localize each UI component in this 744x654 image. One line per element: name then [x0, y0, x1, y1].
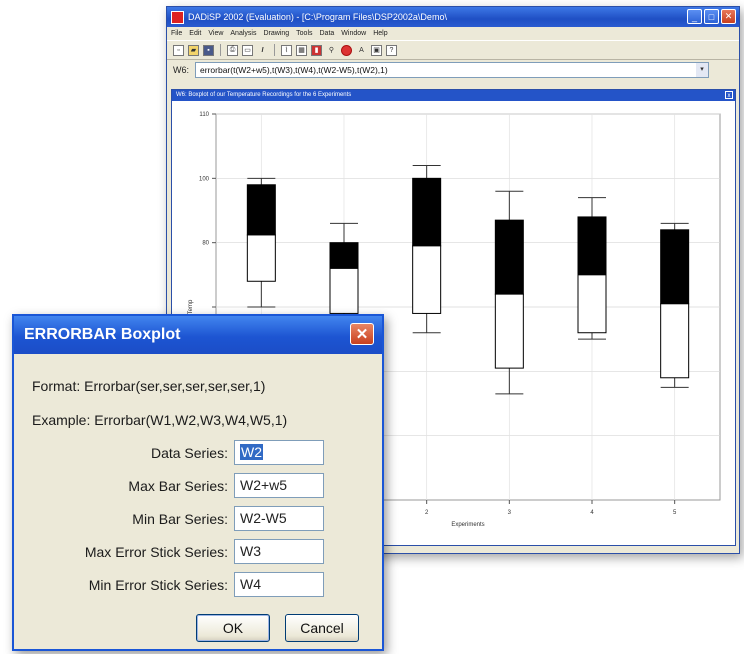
box-upper	[494, 219, 524, 295]
format-text: Format: Errorbar(ser,ser,ser,ser,ser,1)	[32, 378, 266, 394]
box-lower	[660, 303, 690, 379]
data-series-input[interactable]: W2	[234, 440, 324, 465]
errorbar-dialog: ERRORBAR Boxplot ✕ Format: Errorbar(ser,…	[12, 314, 384, 651]
y-tick-label: 110	[199, 112, 209, 118]
y-tick-label: 100	[199, 176, 210, 182]
formula-input[interactable]: errorbar(t(W2+w5),t(W3),t(W4),t(W2-W5),t…	[195, 62, 710, 78]
menu-data[interactable]: Data	[320, 30, 335, 37]
preview-icon[interactable]: ▭	[242, 44, 253, 56]
bar-icon[interactable]: ▮	[311, 44, 322, 56]
ok-button[interactable]: OK	[196, 614, 270, 642]
max-bar-series-input[interactable]: W2+w5	[234, 473, 324, 498]
open-icon[interactable]: ▰	[188, 44, 199, 56]
plot-window-title: W6: Boxplot of our Temperature Recording…	[176, 92, 352, 98]
maximize-button[interactable]: □	[704, 9, 719, 24]
data-series-row: Data Series: W2	[151, 440, 324, 465]
text-icon[interactable]: A	[356, 45, 367, 56]
x-axis-label: Experiments	[451, 522, 484, 528]
toolbar: ▫ ▰ ▪ ⎙ ▭ I ⌇ ▦ ▮ ⚲ A ▣ ?	[167, 40, 739, 60]
dadisp-app-icon	[171, 10, 184, 24]
data-series-label: Data Series:	[150, 444, 228, 461]
plot-close-icon[interactable]: x	[725, 91, 733, 99]
print-icon[interactable]: ⎙	[227, 44, 238, 56]
zoom-icon[interactable]: ⚲	[326, 45, 337, 56]
close-button[interactable]: ✕	[721, 9, 736, 24]
chart-icon[interactable]: ⌇	[281, 44, 292, 56]
menu-view[interactable]: View	[208, 30, 223, 37]
x-tick-label: 3	[508, 510, 512, 516]
max-error-stick-input[interactable]: W3	[234, 539, 324, 564]
max-error-stick-label: Max Error Stick Series:	[84, 543, 228, 560]
italic-icon[interactable]: I	[257, 45, 268, 56]
min-bar-series-row: Min Bar Series: W2-W5	[132, 506, 324, 531]
max-bar-series-row: Max Bar Series: W2+w5	[128, 473, 324, 498]
min-error-stick-row: Min Error Stick Series: W4	[89, 572, 324, 597]
chevron-down-icon[interactable]: ▾	[696, 63, 709, 77]
example-text: Example: Errorbar(W1,W2,W3,W4,W5,1)	[32, 412, 288, 428]
formula-text: errorbar(t(W2+w5),t(W3),t(W4),t(W2-W5),t…	[200, 65, 388, 75]
stop-icon[interactable]	[341, 44, 352, 56]
main-title-bar[interactable]: DADiSP 2002 (Evaluation) - [C:\Program F…	[167, 7, 739, 27]
max-error-stick-row: Max Error Stick Series: W3	[85, 539, 324, 564]
box-lower	[494, 293, 524, 369]
box-upper	[660, 229, 690, 305]
min-error-stick-label: Min Error Stick Series:	[88, 576, 228, 593]
minimize-button[interactable]: _	[687, 9, 702, 24]
plot-window-title-bar: W6: Boxplot of our Temperature Recording…	[172, 90, 735, 101]
y-tick-label: 80	[202, 241, 209, 247]
dialog-title: ERRORBAR Boxplot	[24, 326, 181, 343]
box-upper	[246, 184, 276, 236]
window-icon[interactable]: ▣	[371, 44, 382, 56]
y-axis-label: Temp	[188, 299, 194, 314]
x-tick-label: 4	[590, 510, 594, 516]
data-series-value: W2	[240, 444, 263, 460]
min-error-stick-input[interactable]: W4	[234, 572, 324, 597]
box-lower	[412, 245, 442, 314]
x-tick-label: 2	[425, 510, 429, 516]
window-controls: _ □ ✕	[687, 9, 736, 24]
formula-window-label: W6:	[173, 65, 190, 75]
toolbar-separator	[274, 44, 275, 56]
formula-row: W6: errorbar(t(W2+w5),t(W3),t(W4),t(W2-W…	[167, 60, 739, 80]
menu-analysis[interactable]: Analysis	[230, 30, 256, 37]
box-lower	[577, 274, 607, 334]
menu-file[interactable]: File	[171, 30, 182, 37]
max-bar-series-label: Max Bar Series:	[128, 477, 228, 494]
box-upper	[577, 216, 607, 276]
toolbar-separator	[220, 44, 221, 56]
menu-drawing[interactable]: Drawing	[263, 30, 289, 37]
menu-bar: File Edit View Analysis Drawing Tools Da…	[167, 27, 739, 40]
box-upper	[412, 177, 442, 247]
main-window-title: DADiSP 2002 (Evaluation) - [C:\Program F…	[188, 12, 447, 22]
menu-tools[interactable]: Tools	[296, 30, 312, 37]
menu-window[interactable]: Window	[341, 30, 366, 37]
box-lower	[329, 267, 359, 314]
box-upper	[329, 242, 359, 269]
menu-edit[interactable]: Edit	[189, 30, 201, 37]
save-icon[interactable]: ▪	[203, 44, 214, 56]
dialog-close-button[interactable]: ✕	[350, 323, 374, 345]
help-icon[interactable]: ?	[386, 44, 397, 56]
min-bar-series-input[interactable]: W2-W5	[234, 506, 324, 531]
cancel-button[interactable]: Cancel	[285, 614, 359, 642]
menu-help[interactable]: Help	[373, 30, 387, 37]
new-icon[interactable]: ▫	[173, 44, 184, 56]
min-bar-series-label: Min Bar Series:	[132, 510, 228, 527]
x-tick-label: 5	[673, 510, 677, 516]
table-icon[interactable]: ▦	[296, 44, 307, 56]
box-lower	[246, 234, 276, 282]
dialog-title-bar[interactable]: ERRORBAR Boxplot ✕	[14, 316, 382, 354]
